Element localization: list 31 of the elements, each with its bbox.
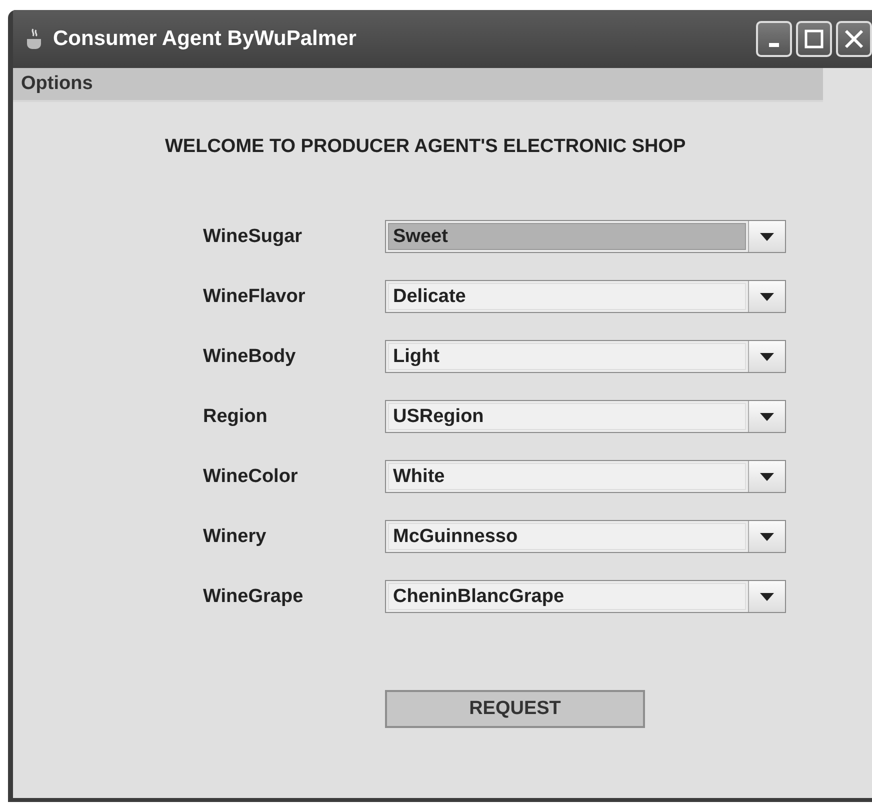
maximize-icon [804,29,824,49]
minimize-button[interactable] [756,21,792,57]
caret-icon [760,592,774,600]
maximize-button[interactable] [796,21,832,57]
dropdown[interactable]: Sweet [385,220,786,253]
caret-icon [760,532,774,540]
window-title: Consumer Agent ByWuPalmer [53,27,356,51]
dropdown[interactable]: USRegion [385,400,786,433]
close-icon [844,29,864,49]
dropdown[interactable]: Light [385,340,786,373]
caret-icon [760,232,774,240]
dropdown[interactable]: McGuinnesso [385,520,786,553]
field-label: WineGrape [203,586,304,608]
menu-item[interactable]: Options [13,73,101,95]
field-label: Winery [203,526,268,548]
request-button[interactable]: REQUEST [385,690,645,728]
minimize-icon [769,43,779,47]
heading: WELCOME TO PRODUCER AGENT'S ELECTRONIC SHOP [165,136,687,158]
dropdown[interactable]: White [385,460,786,493]
caret-icon [760,472,774,480]
field-label: WineFlavor [203,286,306,308]
field-label: WineBody [203,346,297,368]
dropdown[interactable]: CheninBlancGrape [385,580,786,613]
close-button[interactable] [836,21,872,57]
caret-icon [760,352,774,360]
caret-icon [760,292,774,300]
dropdown[interactable]: Delicate [385,280,786,313]
caret-icon [760,412,774,420]
field-label: Region [203,406,268,428]
field-label: WineColor [203,466,299,488]
field-label: WineSugar [203,226,304,248]
